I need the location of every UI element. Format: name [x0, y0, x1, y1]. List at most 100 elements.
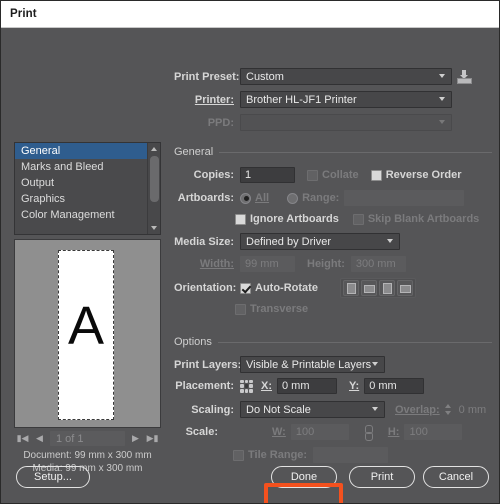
artboards-row: Artboards: All Range:	[174, 190, 465, 206]
page-number-field[interactable]: 1 of 1	[50, 431, 125, 446]
collate-checkbox	[307, 169, 318, 181]
artboards-range-input	[344, 190, 465, 206]
scaling-label: Scaling:	[191, 403, 234, 416]
ppd-label: PPD:	[207, 116, 234, 129]
portrait-up-icon[interactable]	[342, 280, 359, 296]
print-preview[interactable]: A	[14, 239, 161, 428]
options-section-header: Options	[174, 336, 492, 348]
landscape-right-icon[interactable]	[396, 280, 413, 296]
window-title: Print	[10, 8, 37, 20]
ignore-artboards-row: Ignore Artboards Skip Blank Artboards	[235, 213, 479, 225]
transverse-row: Transverse	[235, 303, 308, 315]
media-size-row: Media Size: Defined by Driver	[174, 233, 400, 250]
placement-label: Placement:	[175, 380, 234, 392]
print-layers-value: Visible & Printable Layers	[246, 358, 372, 371]
cancel-button[interactable]: Cancel	[423, 466, 489, 488]
reverse-order-checkbox[interactable]	[370, 169, 382, 181]
chevron-down-icon	[439, 96, 446, 103]
printer-row: Printer: Brother HL-JF1 Printer	[174, 91, 452, 108]
placement-x-label: X:	[261, 380, 272, 392]
print-dialog: Print Print Preset: Custom Printer: Brot…	[0, 0, 500, 504]
height-input: 300 mm	[350, 256, 406, 272]
link-chain-icon[interactable]	[363, 424, 374, 441]
scaling-select[interactable]: Do Not Scale	[240, 401, 385, 418]
setup-button[interactable]: Setup...	[16, 466, 90, 488]
save-preset-icon[interactable]	[457, 70, 472, 84]
previous-page-icon[interactable]: ◀	[31, 430, 48, 447]
transverse-label: Transverse	[250, 303, 309, 315]
section-divider	[219, 151, 492, 153]
settings-category-list[interactable]: General Marks and Bleed Output Graphics …	[14, 142, 161, 235]
media-size-value: Defined by Driver	[246, 235, 331, 248]
print-preset-select[interactable]: Custom	[240, 68, 452, 85]
sidebar-item-graphics[interactable]: Graphics	[15, 191, 160, 207]
artboards-all-label[interactable]: All	[255, 192, 269, 204]
ppd-row: PPD:	[174, 114, 452, 131]
chevron-up-icon[interactable]	[148, 143, 160, 155]
transverse-checkbox	[235, 303, 246, 315]
scale-h-label: H:	[387, 426, 400, 438]
artboards-all-radio[interactable]	[240, 192, 251, 204]
title-bar: Print	[1, 1, 499, 28]
printer-label: Printer:	[194, 93, 234, 106]
chevron-down-icon	[372, 406, 379, 413]
save-tray-icon	[457, 78, 472, 84]
placement-y-label: Y:	[349, 380, 360, 392]
orientation-button-group[interactable]	[339, 278, 416, 298]
sidebar-item-marks-and-bleed[interactable]: Marks and Bleed	[15, 159, 160, 175]
preview-page-navigation: ▮◀ ◀ 1 of 1 ▶ ▶▮	[14, 430, 161, 447]
chevron-down-icon	[372, 361, 379, 368]
ignore-artboards-checkbox[interactable]	[235, 213, 246, 225]
chevron-down-icon	[439, 73, 446, 80]
category-list-scrollbar[interactable]	[147, 143, 160, 234]
section-divider	[217, 341, 492, 343]
first-page-icon[interactable]: ▮◀	[14, 430, 31, 447]
print-button[interactable]: Print	[349, 466, 415, 488]
placement-grid-icon[interactable]	[240, 379, 253, 393]
sidebar-item-general[interactable]: General	[15, 143, 160, 159]
placement-y-input[interactable]: 0 mm	[364, 378, 425, 394]
copies-input[interactable]: 1	[240, 167, 295, 183]
reverse-order-label[interactable]: Reverse Order	[386, 169, 462, 181]
placement-row: Placement: X: 0 mm Y: 0 mm	[174, 378, 425, 394]
print-preset-value: Custom	[246, 70, 284, 83]
orientation-row: Orientation: Auto-Rotate	[174, 278, 416, 298]
done-button-highlight	[264, 483, 343, 503]
media-size-label: Media Size:	[174, 235, 234, 248]
general-section-header: General	[174, 146, 492, 158]
printer-select[interactable]: Brother HL-JF1 Printer	[240, 91, 452, 108]
scaling-value: Do Not Scale	[246, 403, 311, 416]
width-input: 99 mm	[240, 256, 295, 272]
print-layers-select[interactable]: Visible & Printable Layers	[240, 356, 385, 373]
chevron-down-icon[interactable]	[148, 222, 160, 234]
dialog-button-row: Setup... Done Print Cancel	[1, 455, 499, 503]
copies-label: Copies:	[193, 169, 234, 181]
sidebar-item-output[interactable]: Output	[15, 175, 160, 191]
print-layers-row: Print Layers: Visible & Printable Layers	[174, 356, 385, 373]
collate-label: Collate	[322, 169, 359, 181]
ignore-artboards-label[interactable]: Ignore Artboards	[250, 213, 339, 225]
media-size-select[interactable]: Defined by Driver	[240, 233, 400, 250]
artboards-range-label[interactable]: Range:	[302, 192, 339, 204]
skip-blank-artboards-label: Skip Blank Artboards	[367, 213, 480, 225]
artboards-label: Artboards:	[177, 192, 234, 204]
auto-rotate-checkbox[interactable]	[240, 282, 251, 294]
width-label: Width:	[199, 258, 234, 270]
scrollbar-thumb[interactable]	[150, 156, 159, 202]
portrait-down-icon[interactable]	[378, 280, 395, 296]
placement-x-input[interactable]: 0 mm	[277, 378, 337, 394]
next-page-icon[interactable]: ▶	[127, 430, 144, 447]
print-preset-label: Print Preset:	[174, 70, 240, 83]
landscape-left-icon[interactable]	[360, 280, 377, 296]
overlap-input: 0 mm	[458, 403, 487, 416]
save-arrow-icon	[459, 70, 468, 79]
printer-value: Brother HL-JF1 Printer	[246, 93, 357, 106]
copies-row: Copies: 1 Collate Reverse Order	[174, 167, 462, 183]
last-page-icon[interactable]: ▶▮	[144, 430, 161, 447]
sidebar-item-color-management[interactable]: Color Management	[15, 207, 160, 223]
print-preset-row: Print Preset: Custom	[174, 68, 452, 85]
chevron-down-icon	[387, 238, 394, 245]
artboards-range-radio[interactable]	[287, 192, 299, 204]
auto-rotate-label[interactable]: Auto-Rotate	[255, 282, 318, 294]
width-height-row: Width: 99 mm Height: 300 mm	[174, 256, 406, 272]
